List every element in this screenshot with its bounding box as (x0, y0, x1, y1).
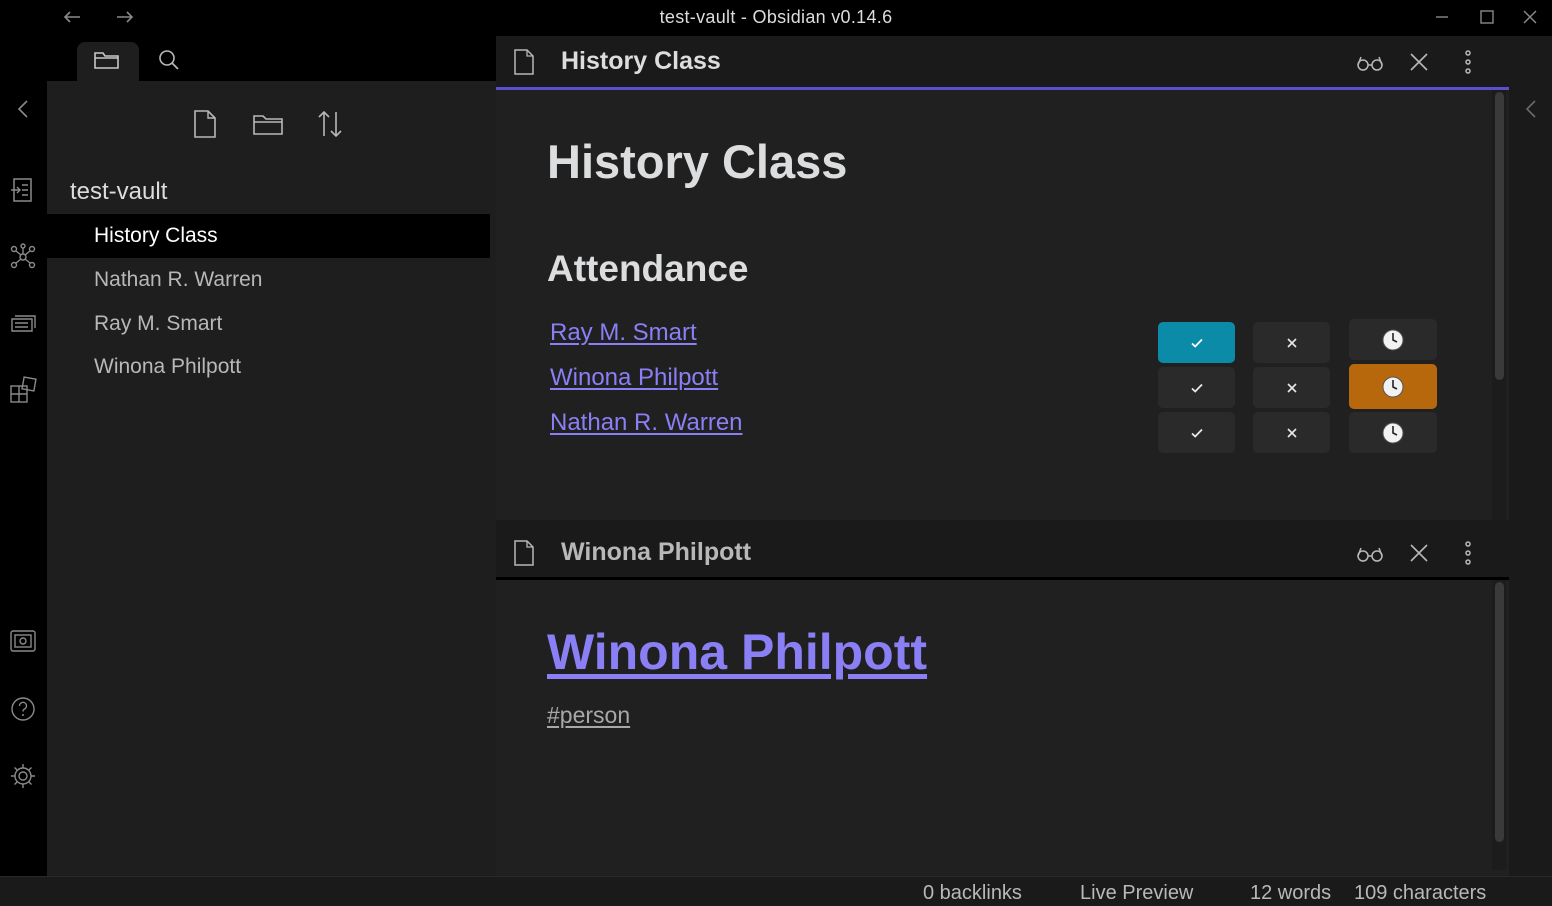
file-item-nathan-r-warren[interactable]: Nathan R. Warren (47, 258, 490, 302)
close-window-icon[interactable] (1518, 6, 1542, 28)
clock-icon (1382, 329, 1404, 350)
file-item-history-class[interactable]: History Class (47, 214, 490, 258)
check-icon (1190, 428, 1203, 438)
pane-header: History Class (496, 36, 1509, 90)
tag-person[interactable]: #person (547, 702, 630, 729)
editor-pane-history-class: History Class History Class Attendance R… (496, 36, 1509, 520)
note-heading: History Class (547, 135, 848, 188)
scrollbar[interactable] (1492, 90, 1506, 520)
x-icon (1286, 337, 1297, 348)
word-count: 12 words (1250, 882, 1332, 904)
late-button[interactable] (1349, 319, 1437, 360)
present-button[interactable] (1158, 412, 1235, 453)
present-button[interactable] (1158, 322, 1235, 363)
reading-view-glasses-icon[interactable] (1356, 539, 1384, 567)
new-folder-icon[interactable] (252, 108, 283, 140)
document-icon (510, 539, 538, 567)
search-icon[interactable] (154, 46, 184, 74)
expand-right-sidebar-icon[interactable] (1517, 94, 1545, 124)
vault-name[interactable]: test-vault (70, 178, 167, 206)
minimize-icon[interactable] (1430, 6, 1454, 28)
settings-gear-icon[interactable] (8, 761, 38, 791)
folder-icon[interactable] (92, 46, 122, 74)
absent-button[interactable] (1253, 412, 1330, 453)
sidebar-tab-bar (47, 36, 496, 87)
file-item-winona-philpott[interactable]: Winona Philpott (47, 345, 490, 389)
editor-pane-winona-philpott: Winona Philpott Winona Philpott #person (496, 527, 1509, 876)
file-item-ray-m-smart[interactable]: Ray M. Smart (47, 302, 490, 346)
close-pane-icon[interactable] (1405, 539, 1433, 567)
check-icon (1190, 383, 1203, 393)
pane-title[interactable]: Winona Philpott (561, 538, 751, 567)
clock-icon (1382, 376, 1404, 397)
note-heading-link[interactable]: Winona Philpott (547, 623, 927, 681)
canvas-grid-icon[interactable] (8, 375, 38, 405)
left-ribbon (0, 36, 47, 876)
new-note-icon[interactable] (190, 108, 220, 140)
more-options-icon[interactable] (1454, 48, 1482, 76)
slides-icon[interactable] (8, 309, 38, 339)
scrollbar-thumb[interactable] (1495, 582, 1504, 842)
absent-button[interactable] (1253, 367, 1330, 408)
x-icon (1286, 382, 1297, 393)
link-ray-m-smart[interactable]: Ray M. Smart (550, 319, 697, 347)
clock-icon (1382, 422, 1404, 443)
document-icon (510, 48, 538, 76)
window-title: test-vault - Obsidian v0.14.6 (659, 7, 893, 27)
absent-button[interactable] (1253, 322, 1330, 363)
collapse-left-icon[interactable] (8, 94, 38, 124)
attendance-heading: Attendance (547, 248, 749, 289)
late-button[interactable] (1349, 412, 1437, 453)
pane-header: Winona Philpott (496, 527, 1509, 580)
link-nathan-r-warren[interactable]: Nathan R. Warren (550, 409, 743, 437)
help-icon[interactable] (8, 694, 38, 724)
editor-mode[interactable]: Live Preview (1080, 882, 1193, 905)
scrollbar-thumb[interactable] (1495, 92, 1504, 380)
scrollbar[interactable] (1492, 580, 1506, 870)
late-button[interactable] (1349, 364, 1437, 409)
graph-view-icon[interactable] (8, 242, 38, 272)
check-icon (1190, 338, 1203, 348)
character-count: 109 characters (1354, 882, 1487, 904)
link-winona-philpott[interactable]: Winona Philpott (550, 364, 718, 392)
title-bar: test-vault - Obsidian v0.14.6 (0, 0, 1552, 36)
x-icon (1286, 427, 1297, 438)
reading-view-glasses-icon[interactable] (1356, 48, 1384, 76)
more-options-icon[interactable] (1454, 539, 1482, 567)
maximize-icon[interactable] (1475, 6, 1499, 28)
vault-switcher-icon[interactable] (8, 626, 38, 656)
file-explorer-sidebar: test-vault History Class Nathan R. Warre… (47, 36, 496, 876)
status-bar: 0 backlinks Live Preview 12 words 109 ch… (0, 876, 1552, 906)
sort-order-icon[interactable] (315, 108, 345, 140)
pane-divider[interactable] (496, 520, 1509, 527)
right-ribbon (1509, 36, 1552, 876)
close-pane-icon[interactable] (1405, 48, 1433, 76)
present-button[interactable] (1158, 367, 1235, 408)
pane-title[interactable]: History Class (561, 47, 721, 76)
quick-switcher-icon[interactable] (8, 175, 38, 205)
backlinks-count[interactable]: 0 backlinks (923, 882, 1022, 905)
